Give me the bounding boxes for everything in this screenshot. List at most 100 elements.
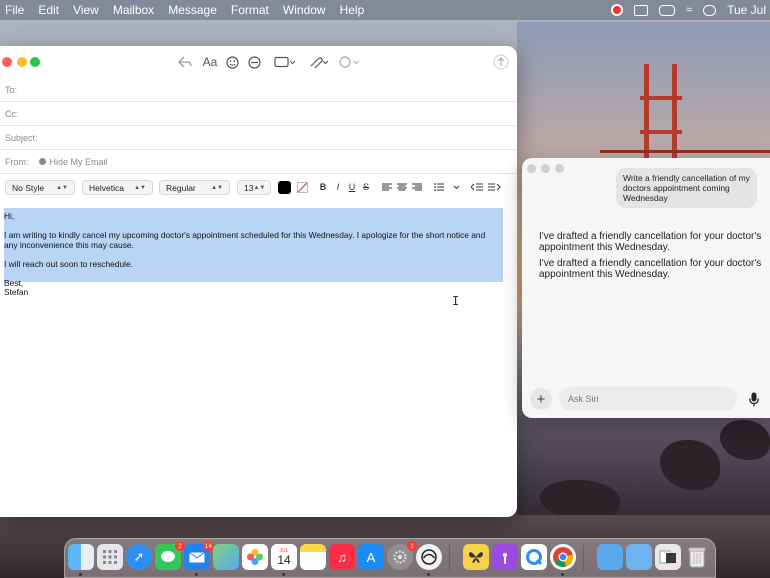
font-size-value: 13 bbox=[244, 182, 254, 193]
font-family-select[interactable]: Helvetica ▲▼ bbox=[82, 180, 153, 195]
user-request-bubble: Write a friendly cancellation of my doct… bbox=[616, 168, 757, 208]
chevron-updown-icon: ▲▼ bbox=[211, 184, 223, 191]
message-body[interactable]: Hi, I am writing to kindly cancel my upc… bbox=[0, 208, 517, 517]
chrome-icon[interactable] bbox=[550, 544, 576, 570]
menu-clock[interactable]: Tue Jul bbox=[727, 3, 766, 17]
trash-icon[interactable] bbox=[684, 544, 710, 570]
cc-field[interactable]: Cc: bbox=[0, 102, 517, 126]
text-cursor-icon: I bbox=[452, 294, 460, 308]
align-right-icon[interactable] bbox=[411, 180, 423, 194]
control-center-icon[interactable] bbox=[703, 4, 717, 16]
safari-icon[interactable]: ➚ bbox=[126, 544, 152, 570]
podcasts-icon[interactable] bbox=[492, 544, 518, 570]
finder-icon[interactable] bbox=[68, 544, 94, 570]
font-format-icon[interactable]: Aa bbox=[201, 53, 219, 71]
minimize-button[interactable] bbox=[541, 164, 550, 173]
paragraph-style-select[interactable]: No Style ▲▼ bbox=[5, 180, 75, 195]
menu-message[interactable]: Message bbox=[161, 3, 224, 17]
folder-icon[interactable] bbox=[597, 544, 623, 570]
font-weight-select[interactable]: Regular ▲▼ bbox=[159, 180, 230, 195]
from-field[interactable]: From: Hide My Email bbox=[0, 150, 517, 174]
zoom-button[interactable] bbox=[30, 57, 40, 67]
quicktime-icon[interactable] bbox=[521, 544, 547, 570]
menu-mailbox[interactable]: Mailbox bbox=[106, 3, 161, 17]
italic-button[interactable]: I bbox=[333, 180, 343, 194]
menu-bar: File Edit View Mailbox Message Format Wi… bbox=[0, 0, 770, 20]
photo-browser-icon[interactable] bbox=[337, 53, 361, 71]
dock-separator bbox=[583, 545, 584, 571]
downloads-stack-icon[interactable] bbox=[655, 544, 681, 570]
siri-window: Write a friendly cancellation of my doct… bbox=[522, 158, 770, 418]
running-indicator bbox=[195, 573, 198, 576]
minimize-button[interactable] bbox=[17, 57, 27, 67]
menu-edit[interactable]: Edit bbox=[31, 3, 66, 17]
ask-siri-input[interactable] bbox=[559, 387, 737, 411]
body-paragraph-1: I am writing to kindly cancel my upcomin… bbox=[4, 230, 486, 250]
reply-icon[interactable] bbox=[176, 53, 194, 71]
screen-time-icon[interactable] bbox=[416, 544, 442, 570]
menu-window[interactable]: Window bbox=[276, 3, 333, 17]
to-field[interactable]: To: bbox=[0, 78, 517, 102]
body-paragraph-2: I will reach out soon to reschedule. bbox=[4, 258, 133, 269]
wifi-icon[interactable]: ≈ bbox=[686, 4, 692, 16]
underline-button[interactable]: U bbox=[347, 180, 357, 194]
indent-icon[interactable] bbox=[487, 180, 503, 194]
bold-button[interactable]: B bbox=[318, 180, 328, 194]
settings-badge: 1 bbox=[407, 541, 417, 551]
menu-view[interactable]: View bbox=[66, 3, 106, 17]
outdent-icon[interactable] bbox=[470, 180, 484, 194]
launchpad-icon[interactable] bbox=[97, 544, 123, 570]
add-attachment-button[interactable]: + bbox=[530, 388, 552, 410]
writing-tools-icon[interactable] bbox=[246, 53, 262, 71]
zoom-button[interactable] bbox=[555, 164, 564, 173]
siri-reply: I've drafted a friendly cancellation for… bbox=[539, 231, 762, 253]
close-button[interactable] bbox=[527, 164, 536, 173]
mail-toolbar: Aa bbox=[0, 46, 517, 78]
hide-my-email-icon bbox=[38, 158, 46, 165]
microphone-icon[interactable] bbox=[746, 390, 762, 408]
body-greeting: Hi, bbox=[4, 211, 15, 221]
cc-label: Cc: bbox=[5, 108, 19, 119]
align-center-icon[interactable] bbox=[396, 180, 408, 194]
subject-field[interactable]: Subject: bbox=[0, 126, 517, 150]
font-size-select[interactable]: 13 ▲▼ bbox=[237, 180, 271, 195]
messages-icon[interactable]: 2 bbox=[155, 541, 185, 570]
folder-icon[interactable] bbox=[626, 544, 652, 570]
butterfly-app-icon[interactable] bbox=[463, 544, 489, 570]
system-settings-icon[interactable]: 1 bbox=[387, 541, 417, 570]
music-icon[interactable]: ♫ bbox=[329, 544, 355, 570]
notes-icon[interactable] bbox=[300, 544, 326, 570]
from-value: Hide My Email bbox=[49, 156, 108, 167]
calendar-icon[interactable]: JUL 14 bbox=[271, 544, 297, 570]
menu-help[interactable]: Help bbox=[333, 3, 372, 17]
running-indicator bbox=[561, 573, 564, 576]
background-color-icon[interactable] bbox=[296, 180, 308, 194]
menu-format[interactable]: Format bbox=[224, 3, 276, 17]
contact-card-icon[interactable] bbox=[634, 4, 649, 16]
calendar-day: 14 bbox=[277, 552, 291, 567]
mail-icon[interactable]: 14 bbox=[184, 541, 214, 570]
strikethrough-button[interactable]: S bbox=[361, 180, 371, 194]
menu-file[interactable]: File bbox=[0, 3, 31, 17]
send-icon[interactable] bbox=[491, 53, 511, 71]
close-button[interactable] bbox=[2, 57, 12, 67]
list-style-icon[interactable] bbox=[432, 180, 462, 194]
body-signoff: Best, bbox=[4, 277, 24, 288]
photos-icon[interactable] bbox=[242, 544, 268, 570]
from-selector[interactable]: Hide My Email bbox=[38, 156, 108, 167]
text-color-well[interactable] bbox=[278, 181, 291, 194]
message-text[interactable]: Hi, I am writing to kindly cancel my upc… bbox=[4, 211, 494, 298]
maps-icon[interactable] bbox=[213, 544, 239, 570]
battery-icon[interactable] bbox=[659, 4, 676, 16]
from-label: From: bbox=[5, 156, 29, 167]
dock-separator bbox=[449, 545, 450, 571]
attach-photo-icon[interactable] bbox=[272, 53, 298, 71]
screen-recording-icon[interactable] bbox=[611, 4, 624, 16]
align-left-icon[interactable] bbox=[381, 180, 393, 194]
app-store-icon[interactable]: A bbox=[358, 544, 384, 570]
body-signature: Stefan bbox=[4, 287, 29, 298]
font-family-value: Helvetica bbox=[89, 182, 124, 193]
emoji-icon[interactable] bbox=[224, 53, 240, 71]
paperclip-icon[interactable] bbox=[306, 53, 330, 71]
running-indicator bbox=[79, 573, 82, 576]
